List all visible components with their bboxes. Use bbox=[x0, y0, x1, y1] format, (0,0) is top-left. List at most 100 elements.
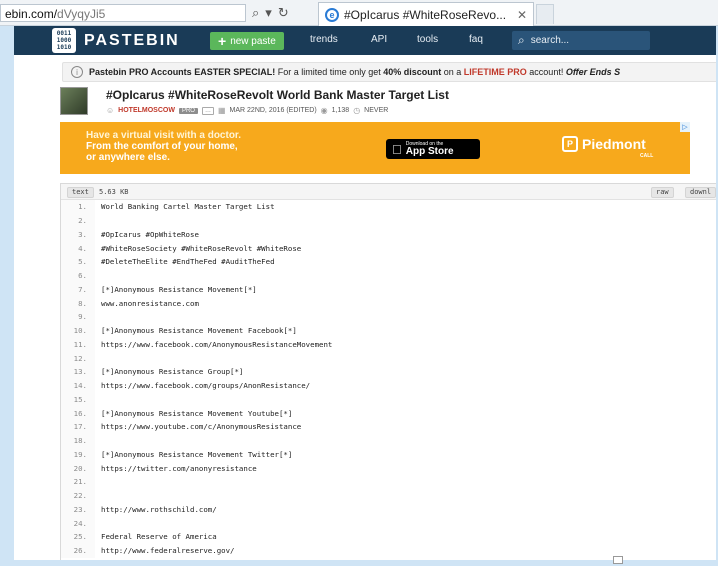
plus-icon: + bbox=[218, 33, 227, 49]
line-number: 15. bbox=[61, 392, 95, 407]
paste-date: MAR 22ND, 2016 (EDITED) bbox=[229, 107, 317, 114]
line-content: www.anonresistance.com bbox=[101, 298, 199, 308]
new-paste-button[interactable]: + new paste bbox=[210, 32, 284, 50]
line-number: 25. bbox=[61, 530, 95, 544]
clock-icon: ◷ bbox=[353, 106, 361, 115]
url-path: dVyqyJi5 bbox=[57, 7, 106, 21]
code-line: 17. https://www.youtube.com/c/AnonymousRe… bbox=[61, 420, 716, 434]
advertisement-banner[interactable]: Have a virtual visit with a doctor. From… bbox=[60, 122, 690, 174]
code-line: 16. [*]Anonymous Resistance Movement Yout… bbox=[61, 406, 716, 420]
syntax-badge[interactable]: text bbox=[67, 187, 94, 198]
line-number: 24. bbox=[61, 516, 95, 530]
line-number: 20. bbox=[61, 461, 95, 475]
piedmont-logo[interactable]: P Piedmont CALL bbox=[562, 136, 653, 159]
line-number: 7. bbox=[61, 282, 95, 297]
paste-meta: ☺ HOTELMOSCOW PRO … ▦ MAR 22ND, 2016 (ED… bbox=[106, 106, 388, 115]
line-number: 1. bbox=[61, 200, 95, 214]
piedmont-logo-icon: P bbox=[562, 136, 578, 152]
code-line: 18. bbox=[61, 433, 716, 448]
user-icon: ☺ bbox=[106, 106, 115, 115]
search-icon[interactable]: ⌕ bbox=[252, 6, 259, 21]
line-number: 11. bbox=[61, 337, 95, 352]
pro-badge: PRO bbox=[178, 107, 198, 114]
resize-handle[interactable] bbox=[613, 556, 623, 564]
code-line: 5. #DeleteTheElite #EndTheFed #AuditTheFe… bbox=[61, 255, 716, 269]
piedmont-brand: Piedmont bbox=[582, 136, 646, 152]
ie-favicon-icon: e bbox=[325, 7, 339, 22]
refresh-icon[interactable]: ↻ bbox=[278, 6, 289, 21]
nav-trends[interactable]: trends bbox=[310, 34, 338, 45]
code-line: 19. [*]Anonymous Resistance Movement Twit… bbox=[61, 447, 716, 462]
code-toolbar: text 5.63 KB raw downl bbox=[61, 184, 716, 200]
code-line: 3. #OpIcarus #OpWhiteRose bbox=[61, 227, 716, 242]
line-content: https://twitter.com/anonyresistance bbox=[101, 463, 257, 473]
line-content: https://www.facebook.com/groups/AnonResi… bbox=[101, 381, 311, 391]
site-header: 0011 1000 1010 PASTEBIN + new paste tren… bbox=[14, 26, 716, 55]
line-content: http://www.rothschild.com/ bbox=[101, 504, 217, 514]
apple-icon:  bbox=[392, 142, 402, 157]
dropdown-icon[interactable]: ▾ bbox=[265, 6, 272, 21]
line-content: https://www.youtube.com/c/AnonymousResis… bbox=[101, 422, 302, 432]
app-store-button[interactable]:  Download on the App Store bbox=[386, 139, 480, 159]
line-content: [*]Anonymous Resistance Movement Twitter… bbox=[101, 449, 293, 459]
ad-copy: Have a virtual visit with a doctor. From… bbox=[86, 130, 241, 163]
line-content: http://www.federalreserve.gov/ bbox=[101, 546, 235, 556]
browser-tab-active[interactable]: e #OpIcarus #WhiteRoseRevo... ✕ bbox=[318, 2, 534, 26]
line-number: 17. bbox=[61, 420, 95, 434]
line-number: 14. bbox=[61, 378, 95, 393]
line-content: #OpIcarus #OpWhiteRose bbox=[101, 229, 199, 239]
code-line: 13. [*]Anonymous Resistance Group[*] bbox=[61, 365, 716, 379]
user-avatar[interactable] bbox=[60, 87, 88, 115]
info-icon: i bbox=[71, 66, 83, 78]
line-number: 21. bbox=[61, 475, 95, 489]
code-line: 9. bbox=[61, 310, 716, 324]
new-tab-button[interactable] bbox=[536, 4, 554, 24]
close-tab-icon[interactable]: ✕ bbox=[517, 8, 527, 22]
search-input[interactable]: ⌕ search... bbox=[512, 31, 650, 50]
line-content: [*]Anonymous Resistance Group[*] bbox=[101, 367, 244, 377]
code-line: 6. bbox=[61, 268, 716, 283]
nav-api[interactable]: API bbox=[371, 34, 387, 45]
code-line: 21. bbox=[61, 475, 716, 489]
nav-tools[interactable]: tools bbox=[417, 34, 438, 45]
code-line: 22. bbox=[61, 488, 716, 503]
paste-author[interactable]: HOTELMOSCOW bbox=[118, 107, 175, 114]
address-bar[interactable]: ebin.com/dVyqyJi5 bbox=[0, 4, 246, 22]
line-number: 4. bbox=[61, 241, 95, 255]
code-line: 1. World Banking Cartel Master Target Lis… bbox=[61, 200, 716, 214]
nav-faq[interactable]: faq bbox=[469, 34, 483, 45]
line-content: World Banking Cartel Master Target List bbox=[101, 202, 275, 212]
line-number: 6. bbox=[61, 268, 95, 283]
page-viewport: 0011 1000 1010 PASTEBIN + new paste tren… bbox=[14, 26, 716, 560]
promo-banner[interactable]: i Pastebin PRO Accounts EASTER SPECIAL! … bbox=[62, 62, 716, 82]
adchoices-icon[interactable]: ▷ bbox=[680, 122, 690, 132]
code-line: 4. #WhiteRoseSociety #WhiteRoseRevolt #Wh… bbox=[61, 241, 716, 255]
paste-size: 5.63 KB bbox=[99, 188, 129, 196]
line-number: 8. bbox=[61, 296, 95, 310]
line-number: 23. bbox=[61, 502, 95, 517]
pastebin-logo-icon[interactable]: 0011 1000 1010 bbox=[52, 28, 76, 53]
line-content: #DeleteTheElite #EndTheFed #AuditTheFed bbox=[101, 257, 275, 267]
tab-title: #OpIcarus #WhiteRoseRevo... bbox=[344, 7, 507, 22]
line-number: 18. bbox=[61, 433, 95, 448]
line-content: [*]Anonymous Resistance Movement[*] bbox=[101, 284, 257, 294]
raw-button[interactable]: raw bbox=[651, 187, 674, 198]
calendar-icon: ▦ bbox=[217, 106, 226, 115]
paste-expiry: NEVER bbox=[364, 107, 389, 114]
address-bar-controls: ⌕ ▾ ↻ bbox=[252, 4, 312, 22]
code-line: 11. https://www.facebook.com/AnonymousRes… bbox=[61, 337, 716, 352]
url-domain: ebin.com/ bbox=[5, 7, 58, 21]
site-logo-text[interactable]: PASTEBIN bbox=[84, 32, 180, 50]
search-placeholder: search... bbox=[530, 35, 570, 46]
line-number: 19. bbox=[61, 447, 95, 462]
browser-chrome: ebin.com/dVyqyJi5 ⌕ ▾ ↻ e #OpIcarus #Whi… bbox=[0, 0, 718, 26]
line-number: 5. bbox=[61, 255, 95, 269]
download-button[interactable]: downl bbox=[685, 187, 716, 198]
eye-icon: ◉ bbox=[320, 106, 328, 115]
paste-views: 1,138 bbox=[331, 107, 350, 114]
status-badge-icon: … bbox=[201, 106, 214, 115]
ad-line-3: or anywhere else. bbox=[86, 152, 170, 163]
search-icon: ⌕ bbox=[518, 33, 525, 47]
line-content: Federal Reserve of America bbox=[101, 532, 217, 542]
piedmont-call: CALL bbox=[640, 153, 654, 159]
